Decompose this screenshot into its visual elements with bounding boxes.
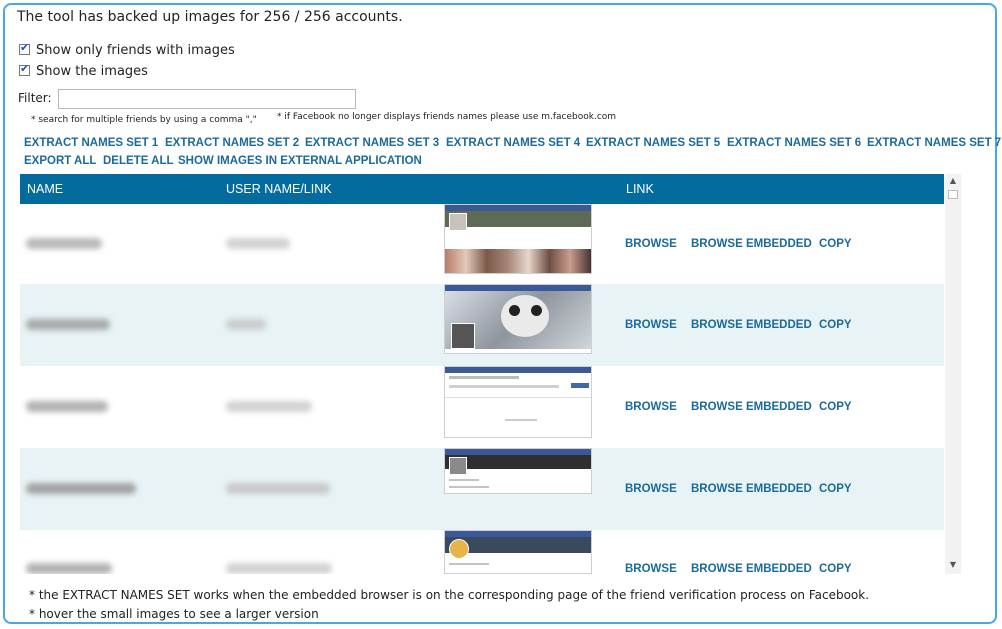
export-all-link[interactable]: EXPORT ALL [24, 155, 96, 167]
blurred-name [26, 319, 110, 330]
filter-hint-mobile: * if Facebook no longer displays friends… [277, 112, 617, 122]
browse-link[interactable]: BROWSE [625, 483, 677, 495]
table-row: BROWSE BROWSE EMBEDDED COPY [20, 448, 944, 530]
profile-thumbnail[interactable] [444, 530, 592, 574]
copy-link[interactable]: COPY [819, 483, 852, 495]
browse-embedded-link[interactable]: BROWSE EMBEDDED [691, 319, 812, 331]
column-header-username: USER NAME/LINK [226, 182, 332, 196]
blurred-username [226, 401, 312, 412]
delete-all-link[interactable]: DELETE ALL [103, 155, 174, 167]
browse-link[interactable]: BROWSE [625, 238, 677, 250]
empty-profile-thumbnail[interactable] [444, 366, 592, 438]
extract-names-set-4-link[interactable]: EXTRACT NAMES SET 4 [446, 137, 580, 149]
table-scrollbar[interactable]: ▲ ▼ [945, 174, 961, 574]
show-images-external-link[interactable]: SHOW IMAGES IN EXTERNAL APPLICATION [178, 155, 422, 167]
copy-link[interactable]: COPY [819, 238, 852, 250]
browse-embedded-link[interactable]: BROWSE EMBEDDED [691, 238, 812, 250]
scrollbar-thumb[interactable] [948, 190, 958, 199]
blurred-name [26, 483, 136, 494]
blurred-name [26, 238, 102, 249]
table-row: BROWSE BROWSE EMBEDDED COPY [20, 530, 944, 574]
extract-names-set-5-link[interactable]: EXTRACT NAMES SET 5 [586, 137, 720, 149]
friends-with-images-checkbox[interactable] [19, 41, 30, 55]
browse-link[interactable]: BROWSE [625, 563, 677, 574]
copy-link[interactable]: COPY [819, 401, 852, 413]
profile-thumbnail[interactable] [444, 204, 592, 274]
extract-names-set-6-link[interactable]: EXTRACT NAMES SET 6 [727, 137, 861, 149]
blurred-name [26, 401, 108, 412]
blurred-username [226, 563, 332, 574]
copy-link[interactable]: COPY [819, 319, 852, 331]
browse-link[interactable]: BROWSE [625, 401, 677, 413]
table-row: BROWSE BROWSE EMBEDDED COPY [20, 284, 944, 366]
cat-cover-thumbnail[interactable] [444, 284, 592, 354]
column-header-name: NAME [27, 182, 64, 196]
blurred-username [226, 319, 266, 330]
column-header-link: LINK [626, 182, 654, 196]
filter-label: Filter: [18, 91, 52, 105]
blurred-name [26, 563, 112, 574]
footnote-extract-names: * the EXTRACT NAMES SET works when the e… [29, 588, 870, 602]
table-row: BROWSE BROWSE EMBEDDED COPY [20, 204, 944, 284]
extract-names-set-7-link[interactable]: EXTRACT NAMES SET 7 [867, 137, 1001, 149]
scroll-down-arrow-icon[interactable]: ▼ [945, 558, 961, 572]
scroll-up-arrow-icon[interactable]: ▲ [945, 174, 961, 188]
browse-link[interactable]: BROWSE [625, 319, 677, 331]
filter-hint-comma: * search for multiple friends by using a… [31, 115, 257, 125]
table-row: BROWSE BROWSE EMBEDDED COPY [20, 366, 944, 448]
show-images-checkbox[interactable] [19, 62, 30, 76]
copy-link[interactable]: COPY [819, 563, 852, 574]
browse-embedded-link[interactable]: BROWSE EMBEDDED [691, 483, 812, 495]
browse-embedded-link[interactable]: BROWSE EMBEDDED [691, 401, 812, 413]
footnote-hover-images: * hover the small images to see a larger… [29, 607, 319, 621]
extract-names-set-3-link[interactable]: EXTRACT NAMES SET 3 [305, 137, 439, 149]
friends-table: NAME USER NAME/LINK LINK BROWSE BROWSE E… [20, 174, 944, 574]
profile-thumbnail[interactable] [444, 448, 592, 494]
backup-summary: The tool has backed up images for 256 / … [17, 9, 403, 25]
table-header: NAME USER NAME/LINK LINK [20, 174, 944, 204]
friends-with-images-label[interactable]: Show only friends with images [36, 43, 235, 58]
extract-names-set-2-link[interactable]: EXTRACT NAMES SET 2 [165, 137, 299, 149]
blurred-username [226, 238, 290, 249]
extract-names-set-1-link[interactable]: EXTRACT NAMES SET 1 [24, 137, 158, 149]
blurred-username [226, 483, 330, 494]
filter-input[interactable] [58, 89, 356, 109]
browse-embedded-link[interactable]: BROWSE EMBEDDED [691, 563, 812, 574]
show-images-label[interactable]: Show the images [36, 64, 148, 79]
